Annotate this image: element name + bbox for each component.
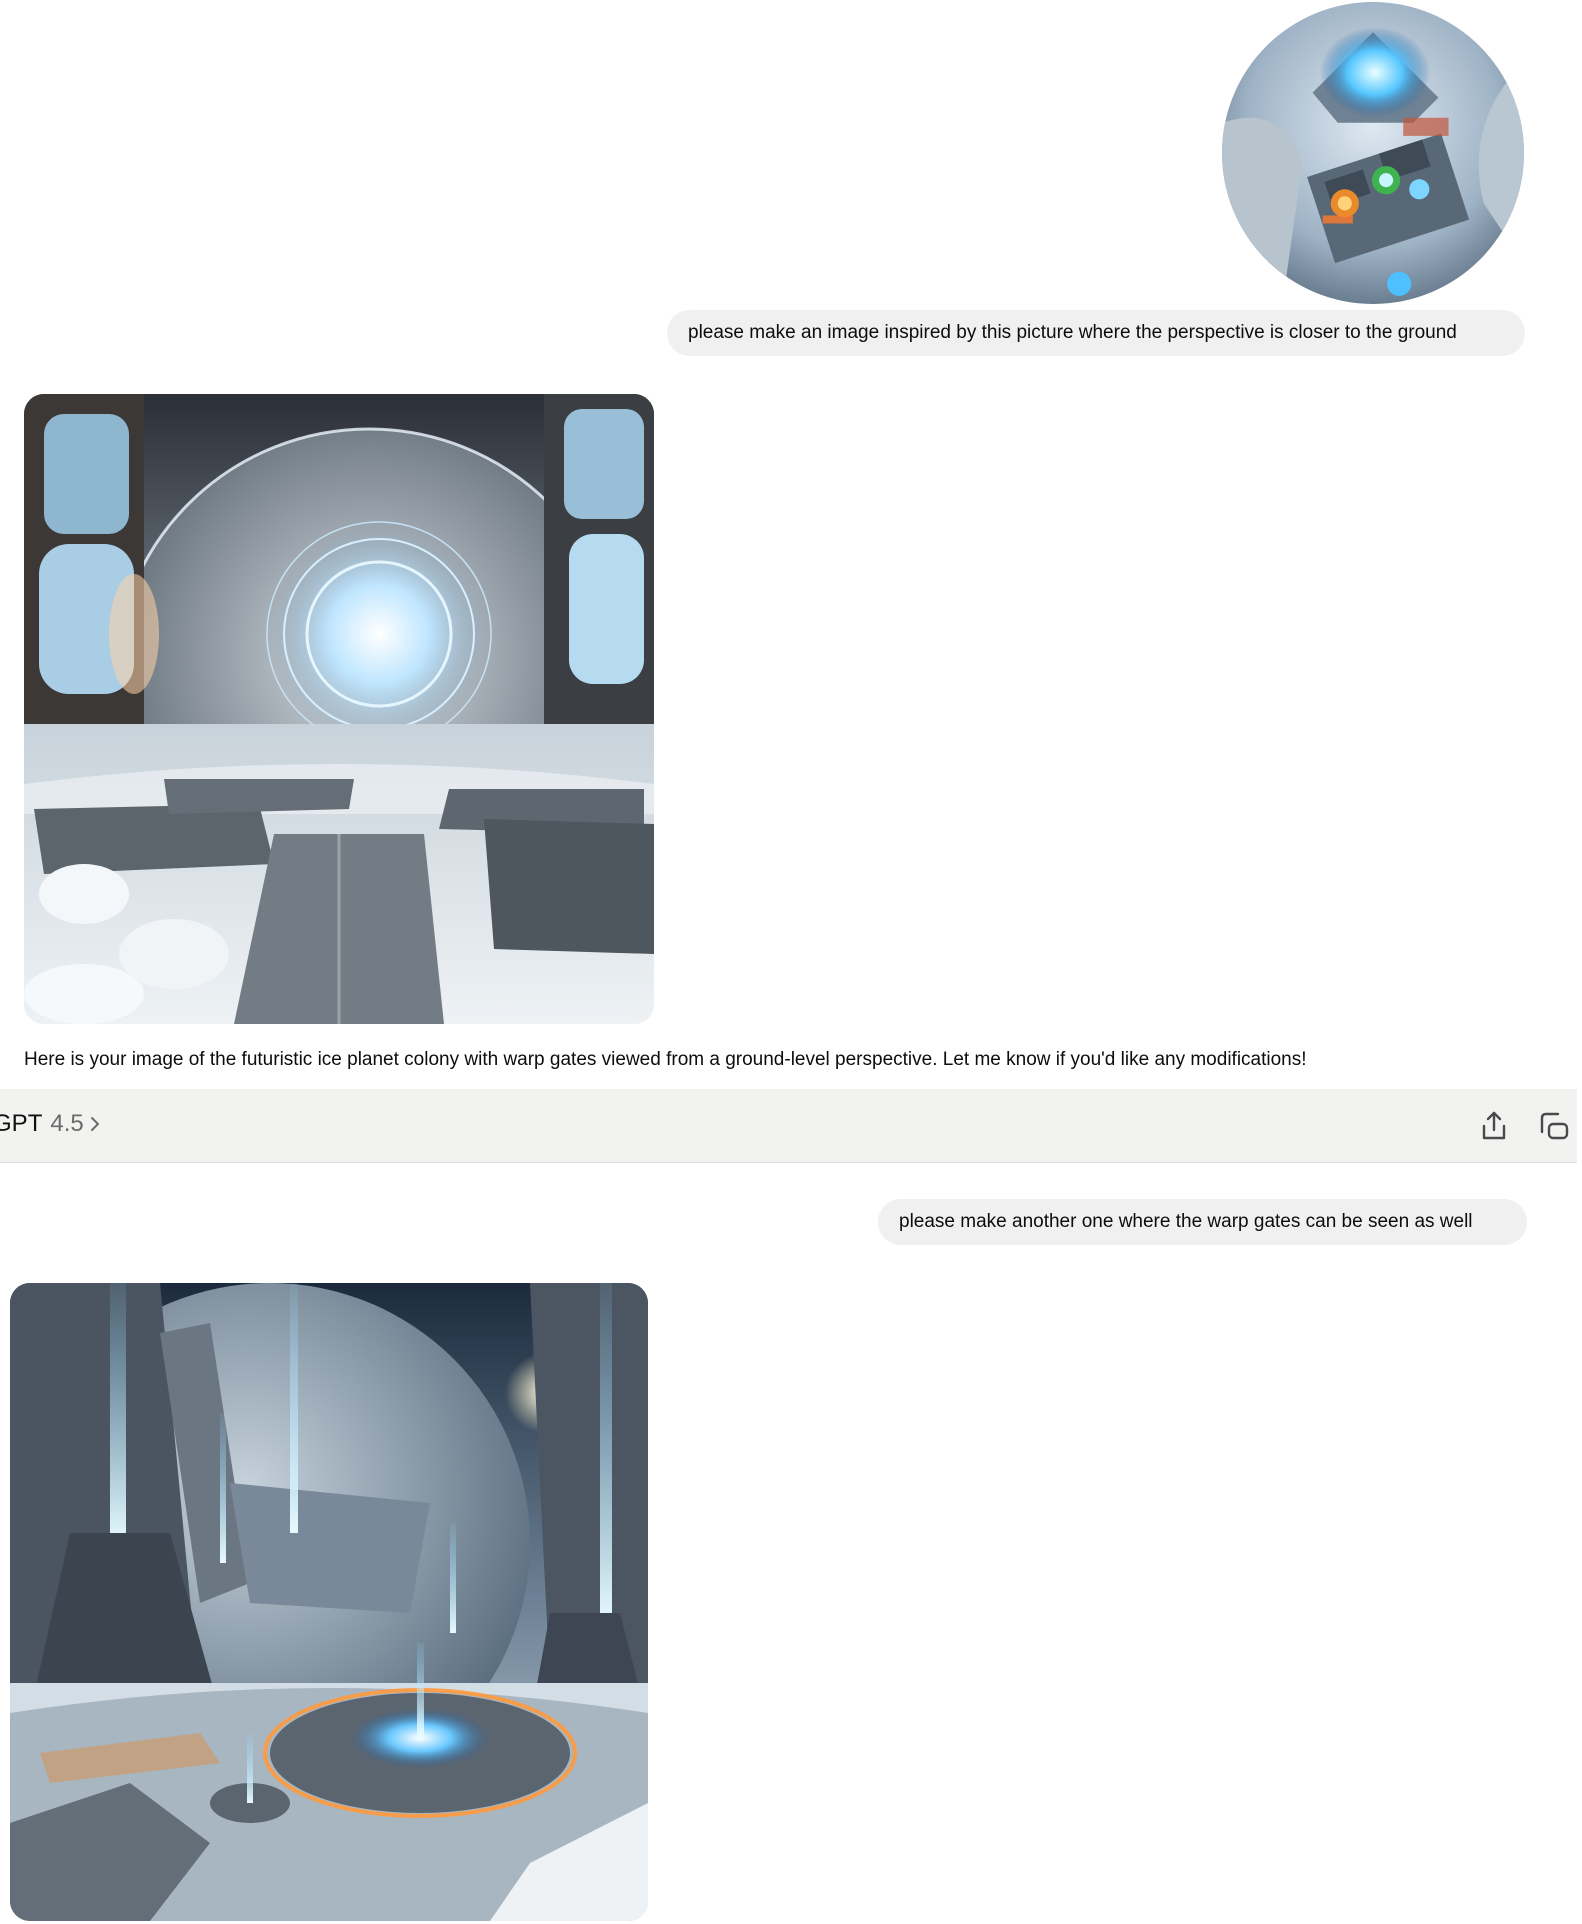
model-bar: atGPT 4.5 bbox=[0, 1089, 1577, 1163]
assistant-message-text: Here is your image of the futuristic ice… bbox=[24, 1049, 1307, 1070]
user-message-bubble: please make another one where the warp g… bbox=[878, 1199, 1527, 1245]
user-attached-image[interactable] bbox=[1222, 2, 1524, 304]
chevron-right-icon bbox=[90, 1117, 99, 1131]
chat-page: please make an image inspired by this pi… bbox=[0, 0, 1582, 1924]
ice-planet-ground-level-picture bbox=[24, 394, 654, 1024]
user-message-text: please make an image inspired by this pi… bbox=[688, 322, 1457, 343]
copy-icon bbox=[1540, 1112, 1569, 1140]
share-button[interactable] bbox=[1474, 1106, 1514, 1146]
ice-planet-warp-gates-picture bbox=[10, 1283, 648, 1921]
user-message-text: please make another one where the warp g… bbox=[899, 1211, 1473, 1232]
user-message-bubble: please make an image inspired by this pi… bbox=[667, 310, 1525, 356]
model-switcher[interactable]: atGPT 4.5 bbox=[0, 1109, 102, 1139]
ice-colony-topdown-picture bbox=[1222, 2, 1524, 304]
share-icon bbox=[1482, 1111, 1506, 1140]
copy-button[interactable] bbox=[1534, 1106, 1574, 1146]
generated-image[interactable] bbox=[24, 394, 654, 1024]
model-name: atGPT bbox=[0, 1110, 43, 1137]
generated-image[interactable] bbox=[10, 1283, 648, 1921]
model-version: 4.5 bbox=[50, 1110, 84, 1137]
